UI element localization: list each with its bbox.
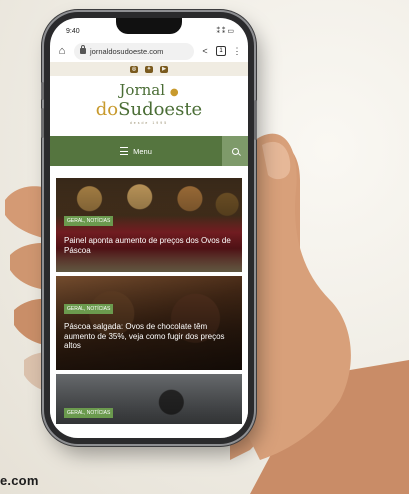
home-icon[interactable]: ⌂ <box>56 45 68 57</box>
twitter-icon[interactable]: ✦ <box>145 65 153 73</box>
search-button[interactable] <box>222 136 248 166</box>
article-card[interactable]: GERAL, NOTÍCIAS Páscoa salgada: Ovos de … <box>56 276 242 370</box>
logo-line2-sudoeste: Sudoeste <box>118 99 203 120</box>
social-bar: ◎ ✦ ▶ <box>50 62 248 76</box>
status-icons: ⁑ ⁑ ▭ <box>216 28 234 35</box>
browser-toolbar: ⌂ jornaldosudoeste.com < 1 ⋮ <box>50 40 248 62</box>
logo-tagline: desde 1995 <box>129 121 169 125</box>
article-title[interactable]: Painel aponta aumento de preços dos Ovos… <box>64 236 234 255</box>
article-card[interactable]: GERAL, NOTÍCIAS Painel aponta aumento de… <box>56 178 242 272</box>
url-text: jornaldosudoeste.com <box>90 46 164 56</box>
instagram-icon[interactable]: ◎ <box>130 65 138 73</box>
share-icon[interactable]: < <box>200 46 210 56</box>
logo-line1: Jornal <box>119 81 166 99</box>
phone-screen: 9:40 ⁑ ⁑ ▭ ⌂ jornaldosudoeste.com < 1 ⋮ … <box>50 18 248 438</box>
phone: 9:40 ⁑ ⁑ ▭ ⌂ jornaldosudoeste.com < 1 ⋮ … <box>41 12 257 444</box>
article-title[interactable]: Páscoa salgada: Ovos de chocolate têm au… <box>64 322 234 351</box>
volume-up-button <box>41 82 44 100</box>
nav-bar: Menu <box>50 136 248 166</box>
article-tag[interactable]: GERAL, NOTÍCIAS <box>64 304 114 314</box>
status-time: 9:40 <box>66 27 80 35</box>
hamburger-icon <box>120 147 129 155</box>
youtube-icon[interactable]: ▶ <box>160 65 168 73</box>
power-button <box>254 100 257 140</box>
article-feed: GERAL, NOTÍCIAS Painel aponta aumento de… <box>50 166 248 438</box>
logo-line2-do: do <box>95 99 119 120</box>
caption-text: e.com <box>0 473 39 488</box>
menu-button[interactable]: Menu <box>50 147 222 156</box>
article-tag[interactable]: GERAL, NOTÍCIAS <box>64 216 114 226</box>
site-logo[interactable]: Jornal ● doSudoeste desde 1995 <box>50 76 248 132</box>
menu-label: Menu <box>133 146 152 156</box>
lock-icon <box>80 45 86 54</box>
volume-down-button <box>41 108 44 138</box>
camera-notch <box>116 18 182 34</box>
search-icon <box>231 147 239 155</box>
address-bar[interactable]: jornaldosudoeste.com <box>74 42 194 60</box>
screen-bottom <box>50 424 248 438</box>
article-tag[interactable]: GERAL, NOTÍCIAS <box>64 408 114 418</box>
more-menu-icon[interactable]: ⋮ <box>232 46 242 57</box>
tabs-button[interactable]: 1 <box>216 46 226 56</box>
